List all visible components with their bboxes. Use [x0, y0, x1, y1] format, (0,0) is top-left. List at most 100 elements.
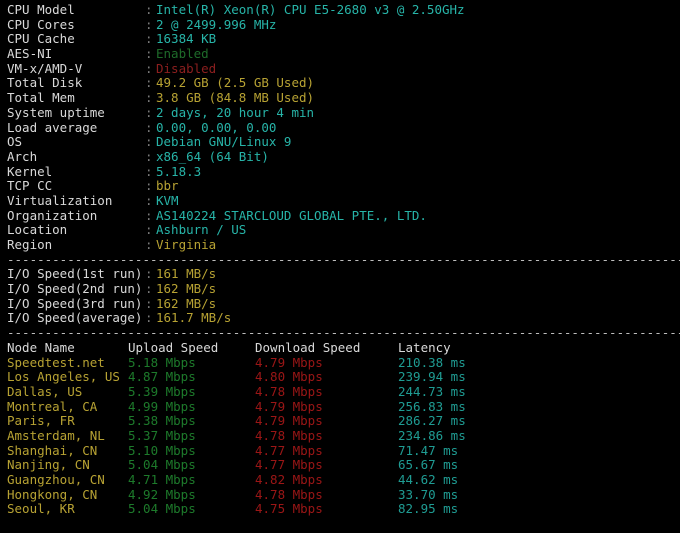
system-info-label: Total Mem	[7, 90, 75, 106]
system-info-value: x86_64 (64 Bit)	[156, 148, 269, 164]
system-info-row: Virtualization: KVM	[7, 192, 680, 209]
io-speed-label: I/O Speed(1st run)	[7, 266, 143, 282]
system-info-separator: :	[145, 119, 153, 135]
column-header-latency: Latency	[398, 339, 451, 355]
io-speed-label: I/O Speed(average)	[7, 310, 143, 326]
system-info-row: VM-x/AMD-V: Disabled	[7, 60, 680, 77]
cell-upload-speed: 4.92 Mbps	[128, 486, 196, 502]
cell-latency: 244.73 ms	[398, 383, 466, 399]
cell-node-name: Dallas, US	[7, 383, 83, 399]
system-info-value: 3.8 GB (84.8 MB Used)	[156, 90, 315, 106]
system-info-value: 5.18.3	[156, 163, 202, 179]
system-info-value: Debian GNU/Linux 9	[156, 134, 292, 150]
cell-upload-speed: 5.38 Mbps	[128, 413, 196, 429]
system-info-value: Virginia	[156, 237, 217, 252]
system-info-row: CPU Model: Intel(R) Xeon(R) CPU E5-2680 v…	[7, 2, 680, 18]
system-info-label: AES-NI	[7, 46, 53, 62]
system-info-value: bbr	[156, 178, 179, 194]
speedtest-row: Los Angeles, US 4.87 Mbps 4.80 Mbps 239.94 …	[7, 369, 680, 385]
io-speed-separator: :	[145, 281, 153, 297]
system-info-value: Ashburn / US	[156, 222, 247, 238]
system-info-row: OS: Debian GNU/Linux 9	[7, 134, 680, 150]
cell-node-name: Los Angeles, US	[7, 369, 120, 385]
cell-upload-speed: 5.10 Mbps	[128, 442, 196, 458]
cell-latency: 82.95 ms	[398, 501, 459, 517]
system-info-label: VM-x/AMD-V	[7, 60, 83, 76]
system-info-row: Load average:0.00, 0.00, 0.00	[7, 119, 680, 136]
speedtest-row: Seoul, KR 5.04 Mbps 4.75 Mbps 82.95 ms	[7, 502, 680, 517]
system-info-separator: :	[145, 90, 153, 106]
io-speed-value: 161 MB/s	[156, 266, 217, 282]
cell-node-name: Nanjing, CN	[7, 457, 90, 473]
cell-node-name: Seoul, KR	[7, 501, 75, 517]
speedtest-row: Montreal, CA 4.99 Mbps 4.79 Mbps 256.83 ms	[7, 398, 680, 415]
io-speed-value: 162 MB/s	[156, 295, 217, 311]
system-info-separator: :	[145, 207, 153, 223]
cell-upload-speed: 5.04 Mbps	[128, 457, 196, 473]
system-info-separator: :	[145, 222, 153, 238]
system-info-separator: :	[145, 134, 153, 150]
system-info-row: Total Mem:3.8 GB (84.8 MB Used)	[7, 90, 680, 106]
column-header-node: Node Name	[7, 339, 75, 355]
io-speed-row: I/O Speed(average):161.7 MB/s	[7, 311, 680, 326]
system-info-separator: :	[145, 46, 153, 62]
system-info-label: System uptime	[7, 104, 105, 120]
system-info-row: Location: Ashburn / US	[7, 222, 680, 238]
cell-latency: 239.94 ms	[398, 369, 466, 385]
system-info-label: Total Disk	[7, 75, 83, 91]
system-info-value: Intel(R) Xeon(R) CPU E5-2680 v3 @ 2.50GH…	[156, 2, 465, 17]
cell-download-speed: 4.78 Mbps	[255, 383, 323, 399]
system-info-value: 49.2 GB (2.5 GB Used)	[156, 75, 315, 91]
speedtest-row: Paris, FR 5.38 Mbps 4.79 Mbps 286.27 ms	[7, 413, 680, 429]
terminal-window[interactable]: CPU Model: Intel(R) Xeon(R) CPU E5-2680 v…	[0, 0, 680, 533]
io-speed-row: I/O Speed(3rd run):162 MB/s	[7, 295, 680, 312]
system-info-separator: :	[145, 148, 153, 164]
cell-latency: 256.83 ms	[398, 398, 466, 414]
terminal-screen: CPU Model: Intel(R) Xeon(R) CPU E5-2680 v…	[0, 0, 680, 517]
cell-latency: 33.70 ms	[398, 486, 459, 502]
cell-download-speed: 4.79 Mbps	[255, 413, 323, 429]
cell-download-speed: 4.80 Mbps	[255, 369, 323, 385]
cell-upload-speed: 5.18 Mbps	[128, 354, 196, 370]
io-speed-value: 162 MB/s	[156, 281, 217, 297]
system-info-row: Kernel:5.18.3	[7, 163, 680, 180]
system-info-label: Arch	[7, 148, 38, 164]
system-info-value: AS140224 STARCLOUD GLOBAL PTE., LTD.	[156, 207, 427, 223]
system-info-label: Kernel	[7, 163, 53, 179]
speedtest-row: Shanghai, CN 5.10 Mbps 4.77 Mbps 71.47 ms	[7, 442, 680, 459]
system-info-label: Virtualization	[7, 192, 113, 208]
io-speed-row: I/O Speed(1st run):161 MB/s	[7, 267, 680, 282]
cell-node-name: Speedtest.net	[7, 354, 105, 370]
system-info-row: CPU Cores:2 @ 2499.996 MHz	[7, 16, 680, 33]
system-info-label: CPU Cache	[7, 31, 75, 47]
io-speed-separator: :	[145, 295, 153, 311]
cell-upload-speed: 4.87 Mbps	[128, 369, 196, 385]
cell-download-speed: 4.79 Mbps	[255, 398, 323, 414]
system-info-separator: :	[145, 2, 153, 17]
system-info-value: Disabled	[156, 60, 217, 76]
system-info-value: KVM	[156, 192, 179, 208]
system-info-value: 16384 KB	[156, 31, 217, 47]
system-info-separator: :	[145, 163, 153, 179]
speedtest-row: Nanjing, CN 5.04 Mbps 4.77 Mbps 65.67 ms	[7, 457, 680, 473]
system-info-separator: :	[145, 237, 153, 252]
system-info-label: Organization	[7, 207, 98, 223]
cell-download-speed: 4.77 Mbps	[255, 442, 323, 458]
cell-upload-speed: 4.99 Mbps	[128, 398, 196, 414]
system-info-label: CPU Cores	[7, 16, 75, 32]
cell-download-speed: 4.82 Mbps	[255, 472, 323, 487]
system-info-row: Total Disk:49.2 GB (2.5 GB Used)	[7, 76, 680, 91]
column-header-upload: Upload Speed	[128, 339, 219, 355]
cell-upload-speed: 5.39 Mbps	[128, 383, 196, 399]
system-info-label: OS	[7, 134, 23, 150]
cell-node-name: Amsterdam, NL	[7, 427, 105, 443]
cell-download-speed: 4.78 Mbps	[255, 427, 323, 443]
cell-node-name: Guangzhou, CN	[7, 472, 105, 487]
cell-latency: 71.47 ms	[398, 442, 459, 458]
cell-download-speed: 4.75 Mbps	[255, 501, 323, 517]
section-divider-1: ----------------------------------------…	[7, 252, 680, 267]
io-speed-label: I/O Speed(3rd run)	[7, 295, 143, 311]
cell-latency: 65.67 ms	[398, 457, 459, 473]
cell-download-speed: 4.77 Mbps	[255, 457, 323, 473]
system-info-row: AES-NI: Enabled	[7, 46, 680, 62]
